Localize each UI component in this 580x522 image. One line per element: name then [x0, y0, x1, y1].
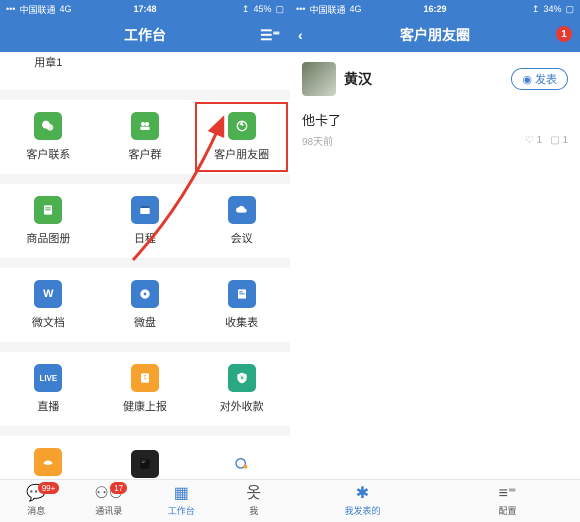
learn-icon: [34, 448, 62, 476]
disk-icon: [131, 280, 159, 308]
svg-text:+: +: [143, 377, 146, 383]
grid-item-microdoc[interactable]: W 微文档: [0, 268, 97, 342]
doc-icon: [34, 196, 62, 224]
like-count[interactable]: ♡ 1: [525, 135, 542, 146]
tab-messages[interactable]: 💬 99+ 消息: [0, 480, 73, 522]
left-phone: •••中国联通4G 17:48 ↥45%▢ 工作台 ☰⁼ 用章1 客户联系 客户…: [0, 0, 290, 522]
cloud-icon: [228, 196, 256, 224]
nav-bar: ‹ 客户朋友圈 1: [290, 18, 580, 52]
grid-item-health-report[interactable]: + 健康上报: [97, 352, 194, 426]
group-icon: [131, 112, 159, 140]
grid-item-product-album[interactable]: 商品图册: [0, 184, 97, 258]
profile-header: 黄汉 ◉ 发表: [290, 52, 580, 106]
terminal-icon: [131, 450, 159, 478]
settings-icon[interactable]: ☰⁼: [260, 27, 280, 44]
person-icon: 옷: [246, 486, 261, 502]
wechat-icon: [34, 112, 62, 140]
tab-workbench[interactable]: ▦ 工作台: [145, 480, 218, 522]
page-title: 客户朋友圈: [400, 25, 470, 45]
post-time: 98天前: [302, 133, 333, 148]
grid-item-customer-contact[interactable]: 客户联系: [0, 100, 97, 174]
tab-my-posts[interactable]: ✱ 我发表的: [290, 480, 435, 522]
tab-bar: 💬 99+ 消息 ⚇⚇ 17 通讯录 ▦ 工作台 옷 我: [0, 479, 290, 522]
aperture-icon: ✱: [356, 486, 369, 502]
form-icon: [228, 280, 256, 308]
tab-config[interactable]: ≡⁼ 配置: [435, 480, 580, 522]
right-phone: •••中国联通4G 16:29 ↥34%▢ ‹ 客户朋友圈 1 黄汉 ◉ 发表 …: [290, 0, 580, 522]
page-title: 工作台: [124, 25, 166, 45]
tab-contacts[interactable]: ⚇⚇ 17 通讯录: [73, 480, 146, 522]
grid-item-customer-group[interactable]: 客户群: [97, 100, 194, 174]
app-grid: 用章1 客户联系 客户群 客户朋友圈 商品图册: [0, 52, 290, 479]
grid-item-form[interactable]: 收集表: [193, 268, 290, 342]
grid-item-customer-moments[interactable]: 客户朋友圈: [193, 100, 290, 174]
comment-count[interactable]: ▢ 1: [550, 135, 568, 146]
post-text: 他卡了: [302, 110, 568, 129]
grid-item-live[interactable]: LIVE 直播: [0, 352, 97, 426]
grid-item-external-payment[interactable]: ¥ 对外收款: [193, 352, 290, 426]
sliders-icon: ≡⁼: [499, 486, 517, 502]
shield-icon: ¥: [228, 364, 256, 392]
camera-icon: ◉: [522, 73, 532, 86]
grid-item-microdisk[interactable]: 微盘: [97, 268, 194, 342]
notification-badge[interactable]: 1: [556, 26, 572, 42]
health-icon: +: [131, 364, 159, 392]
aperture-icon: [228, 112, 256, 140]
back-icon[interactable]: ‹: [298, 27, 303, 43]
grid-item-12333[interactable]: 12333: [97, 436, 194, 479]
grid-item-311[interactable]: 311: [193, 436, 290, 479]
calendar-icon: [131, 196, 159, 224]
w-icon: W: [34, 280, 62, 308]
chat-bubble-icon: [228, 450, 256, 478]
tab-me[interactable]: 옷 我: [218, 480, 291, 522]
tab-bar: ✱ 我发表的 ≡⁼ 配置: [290, 479, 580, 522]
status-bar: •••中国联通4G 17:48 ↥45%▢: [0, 0, 290, 18]
grid-item-calendar[interactable]: 日程: [97, 184, 194, 258]
grid-item-stamp[interactable]: 用章1: [0, 52, 97, 90]
grid-icon: ▦: [174, 486, 189, 502]
avatar[interactable]: [302, 62, 336, 96]
post-item[interactable]: 他卡了 98天前 ♡ 1 ▢ 1: [290, 106, 580, 154]
user-name: 黄汉: [344, 69, 372, 89]
publish-button[interactable]: ◉ 发表: [511, 68, 568, 90]
status-bar: •••中国联通4G 16:29 ↥34%▢: [290, 0, 580, 18]
grid-item-learning[interactable]: 学习园地: [0, 436, 97, 479]
live-icon: LIVE: [34, 364, 62, 392]
nav-bar: 工作台 ☰⁼: [0, 18, 290, 52]
grid-item-meeting[interactable]: 会议: [193, 184, 290, 258]
